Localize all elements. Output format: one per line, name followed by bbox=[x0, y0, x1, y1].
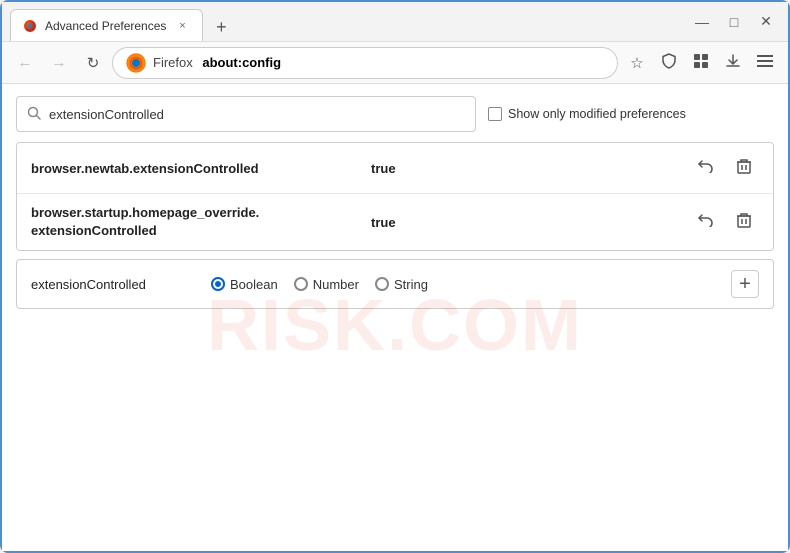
reset-icon bbox=[697, 159, 715, 178]
table-row: browser.newtab.extensionControlled true bbox=[17, 143, 773, 194]
results-table: browser.newtab.extensionControlled true … bbox=[16, 142, 774, 251]
string-radio-button[interactable] bbox=[375, 277, 389, 291]
trash-icon bbox=[737, 212, 751, 233]
delete-button-2[interactable] bbox=[729, 207, 759, 237]
modified-only-label: Show only modified preferences bbox=[508, 107, 686, 121]
reload-button[interactable]: ↻ bbox=[78, 48, 108, 78]
extensions-button[interactable] bbox=[686, 48, 716, 78]
modified-only-checkbox-row[interactable]: Show only modified preferences bbox=[488, 107, 686, 121]
boolean-label: Boolean bbox=[230, 277, 278, 292]
address-bar[interactable]: Firefox about:config bbox=[112, 47, 618, 79]
downloads-button[interactable] bbox=[718, 48, 748, 78]
forward-button[interactable]: → bbox=[44, 48, 74, 78]
menu-button[interactable] bbox=[750, 48, 780, 78]
new-tab-button[interactable]: + bbox=[207, 13, 235, 41]
hamburger-icon bbox=[757, 54, 773, 72]
downloads-icon bbox=[725, 53, 741, 73]
boolean-radio[interactable]: Boolean bbox=[211, 277, 278, 292]
window-controls: — □ ✕ bbox=[688, 8, 780, 36]
back-button[interactable]: ← bbox=[10, 48, 40, 78]
new-pref-row: extensionControlled Boolean Number Strin… bbox=[16, 259, 774, 309]
pref-name-2: browser.startup.homepage_override. exten… bbox=[31, 204, 371, 240]
maximize-button[interactable]: □ bbox=[720, 8, 748, 36]
forward-icon: → bbox=[52, 54, 67, 71]
string-radio[interactable]: String bbox=[375, 277, 428, 292]
firefox-logo-icon bbox=[125, 52, 147, 74]
back-icon: ← bbox=[18, 54, 33, 71]
reset-button-2[interactable] bbox=[691, 207, 721, 237]
number-label: Number bbox=[313, 277, 359, 292]
tab-favicon-icon bbox=[23, 19, 37, 33]
title-bar: Advanced Preferences × + — □ ✕ bbox=[2, 2, 788, 42]
url-display: Firefox about:config bbox=[153, 55, 281, 70]
content-area: RISK.COM Show only modified preferences … bbox=[2, 84, 788, 551]
tab-close-button[interactable]: × bbox=[174, 18, 190, 34]
close-button[interactable]: ✕ bbox=[752, 8, 780, 36]
boolean-radio-button[interactable] bbox=[211, 277, 225, 291]
tab-title: Advanced Preferences bbox=[45, 19, 166, 33]
minimize-button[interactable]: — bbox=[688, 8, 716, 36]
row-2-actions bbox=[691, 207, 759, 237]
number-radio[interactable]: Number bbox=[294, 277, 359, 292]
table-row: browser.startup.homepage_override. exten… bbox=[17, 194, 773, 250]
bookmark-button[interactable]: ☆ bbox=[622, 48, 652, 78]
search-box[interactable] bbox=[16, 96, 476, 132]
number-radio-button[interactable] bbox=[294, 277, 308, 291]
delete-button-1[interactable] bbox=[729, 153, 759, 183]
row-1-actions bbox=[691, 153, 759, 183]
pref-value-1: true bbox=[371, 161, 691, 176]
reload-icon: ↻ bbox=[87, 54, 100, 72]
new-pref-name: extensionControlled bbox=[31, 277, 191, 292]
add-preference-button[interactable]: + bbox=[731, 270, 759, 298]
pref-name-1: browser.newtab.extensionControlled bbox=[31, 161, 371, 176]
string-label: String bbox=[394, 277, 428, 292]
trash-icon bbox=[737, 158, 751, 179]
url-text: about:config bbox=[202, 55, 281, 70]
active-tab[interactable]: Advanced Preferences × bbox=[10, 9, 203, 41]
extensions-icon bbox=[693, 53, 709, 73]
nav-bar: ← → ↻ Firefox about:config ☆ bbox=[2, 42, 788, 84]
search-icon bbox=[27, 106, 41, 123]
type-options: Boolean Number String bbox=[211, 277, 711, 292]
reset-icon bbox=[697, 213, 715, 232]
reset-button-1[interactable] bbox=[691, 153, 721, 183]
nav-actions: ☆ bbox=[622, 48, 780, 78]
tab-area: Advanced Preferences × + bbox=[10, 2, 680, 41]
pref-value-2: true bbox=[371, 215, 691, 230]
search-input[interactable] bbox=[49, 107, 465, 122]
modified-only-checkbox[interactable] bbox=[488, 107, 502, 121]
bookmark-icon: ☆ bbox=[630, 54, 643, 72]
browser-name: Firefox bbox=[153, 55, 193, 70]
shield-button[interactable] bbox=[654, 48, 684, 78]
search-row: Show only modified preferences bbox=[16, 96, 774, 132]
shield-icon bbox=[661, 53, 677, 73]
